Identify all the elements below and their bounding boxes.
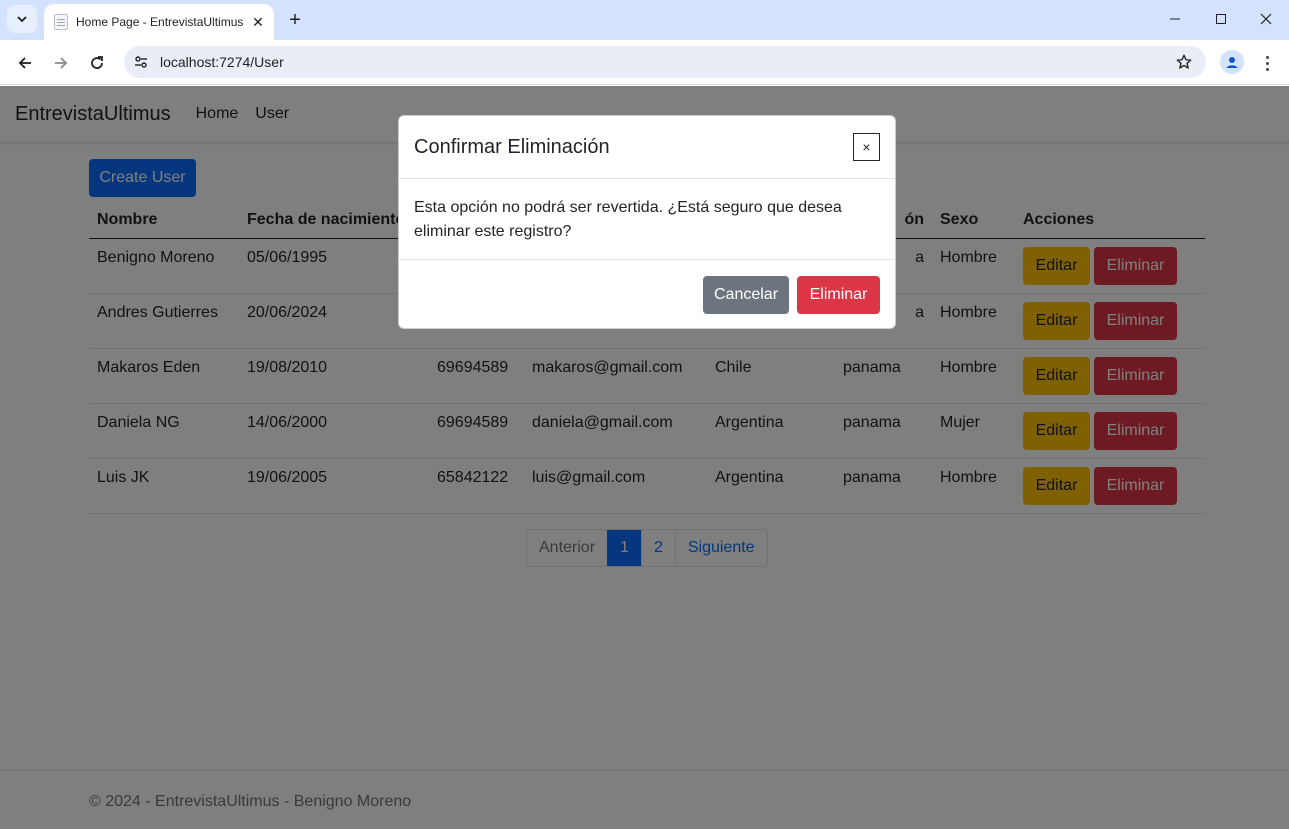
browser-tab-bar: Home Page - EntrevistaUltimus ✕ + [0,0,1289,40]
browser-tab[interactable]: Home Page - EntrevistaUltimus ✕ [44,4,274,40]
site-info-icon[interactable] [129,50,153,74]
page-viewport: EntrevistaUltimus Home User Create User … [0,86,1289,829]
browser-menu-icon[interactable] [1257,49,1277,77]
address-bar[interactable]: localhost:7274/User [124,46,1206,78]
forward-arrow-icon[interactable] [47,49,75,77]
url-text: localhost:7274/User [160,54,284,70]
bookmark-star-icon[interactable] [1172,50,1196,74]
modal-footer: Cancelar Eliminar [399,260,895,314]
confirm-delete-button[interactable]: Eliminar [797,276,880,314]
tab-search-button[interactable] [7,5,37,33]
minimize-icon[interactable] [1155,4,1195,34]
modal-header: Confirmar Eliminación × [399,116,895,179]
page-favicon-icon [54,14,68,30]
tab-title: Home Page - EntrevistaUltimus [76,15,244,29]
back-arrow-icon[interactable] [11,49,39,77]
maximize-icon[interactable] [1201,4,1241,34]
new-tab-icon[interactable]: + [282,7,308,33]
browser-toolbar: localhost:7274/User [0,40,1289,85]
window-close-icon[interactable] [1246,4,1286,34]
modal-close-button[interactable]: × [853,133,880,161]
tab-close-icon[interactable]: ✕ [248,12,268,32]
confirm-delete-modal: Confirmar Eliminación × Esta opción no p… [398,115,896,329]
reload-icon[interactable] [83,49,111,77]
chevron-down-icon [17,16,27,23]
modal-title: Confirmar Eliminación [414,135,610,158]
modal-body-text: Esta opción no podrá ser revertida. ¿Est… [399,179,895,260]
profile-avatar-icon[interactable] [1220,50,1244,74]
cancel-button[interactable]: Cancelar [703,276,789,314]
